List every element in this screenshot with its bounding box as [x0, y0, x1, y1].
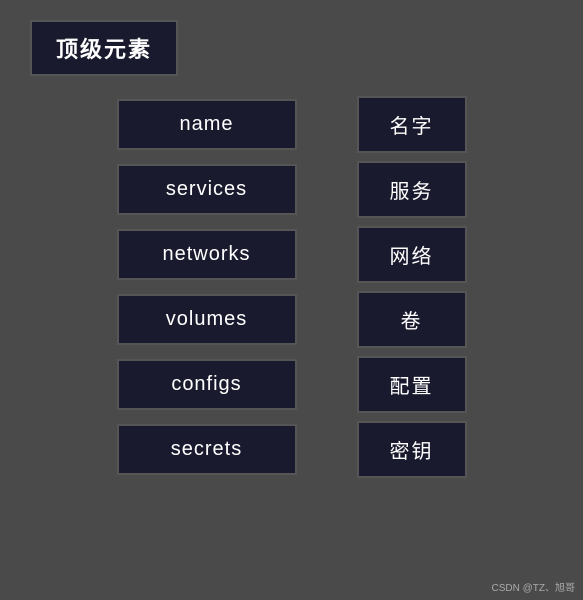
- item-cn-services: 服务: [357, 161, 467, 218]
- item-en-secrets: secrets: [117, 424, 297, 475]
- item-cn-secrets: 密钥: [357, 421, 467, 478]
- item-cn-configs: 配置: [357, 356, 467, 413]
- header-section: 顶级元素: [0, 0, 583, 86]
- table-row: volumes 卷: [30, 291, 553, 348]
- table-row: networks 网络: [30, 226, 553, 283]
- item-cn-networks: 网络: [357, 226, 467, 283]
- item-cn-name: 名字: [357, 96, 467, 153]
- item-en-configs: configs: [117, 359, 297, 410]
- watermark: CSDN @TZ、旭哥: [492, 579, 575, 594]
- grid-section: name 名字 services 服务 networks 网络 volumes 卷 config…: [0, 86, 583, 488]
- page-title: 顶级元素: [30, 20, 178, 76]
- item-en-volumes: volumes: [117, 294, 297, 345]
- table-row: configs 配置: [30, 356, 553, 413]
- table-row: name 名字: [30, 96, 553, 153]
- table-row: secrets 密钥: [30, 421, 553, 478]
- table-row: services 服务: [30, 161, 553, 218]
- item-en-services: services: [117, 164, 297, 215]
- item-en-networks: networks: [117, 229, 297, 280]
- item-cn-volumes: 卷: [357, 291, 467, 348]
- item-en-name: name: [117, 99, 297, 150]
